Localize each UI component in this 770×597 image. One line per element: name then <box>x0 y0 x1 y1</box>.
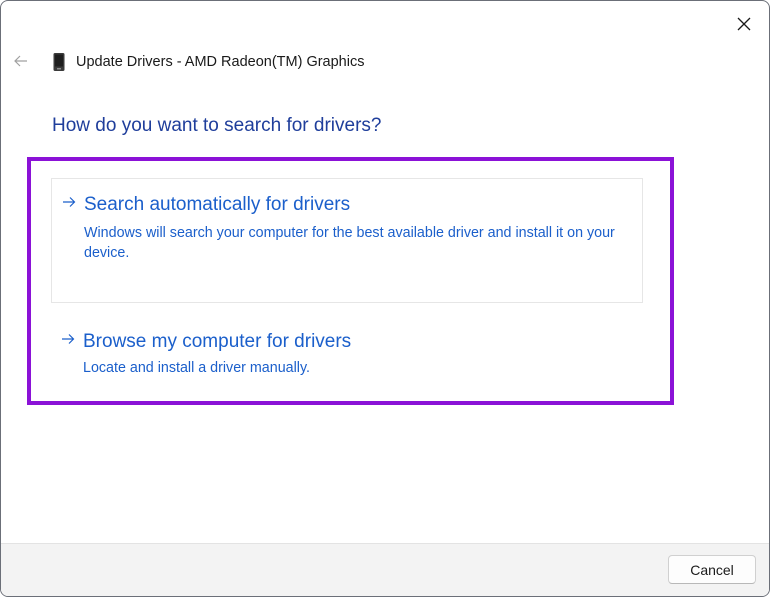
page-heading: How do you want to search for drivers? <box>52 115 382 136</box>
cancel-button[interactable]: Cancel <box>668 555 756 584</box>
arrow-right-icon <box>63 197 76 207</box>
device-icon <box>53 53 65 71</box>
option-description: Locate and install a driver manually. <box>83 360 311 376</box>
dialog-header: Update Drivers - AMD Radeon(TM) Graphics <box>52 51 364 73</box>
arrow-right-icon <box>62 334 75 344</box>
back-button[interactable] <box>12 52 30 70</box>
close-button[interactable] <box>731 11 757 37</box>
option-title: Search automatically for drivers <box>84 194 351 215</box>
dialog-footer: Cancel <box>1 543 769 596</box>
option-description: Windows will search your computer for th… <box>84 225 615 261</box>
option-title: Browse my computer for drivers <box>83 331 352 352</box>
close-icon <box>737 17 751 31</box>
update-drivers-dialog: Update Drivers - AMD Radeon(TM) Graphics… <box>0 0 770 597</box>
browse-computer-option[interactable]: Browse my computer for drivers Locate an… <box>51 323 643 388</box>
back-arrow-icon <box>14 55 27 67</box>
search-automatically-option[interactable]: Search automatically for drivers Windows… <box>51 178 643 303</box>
dialog-title: Update Drivers - AMD Radeon(TM) Graphics <box>76 54 365 70</box>
